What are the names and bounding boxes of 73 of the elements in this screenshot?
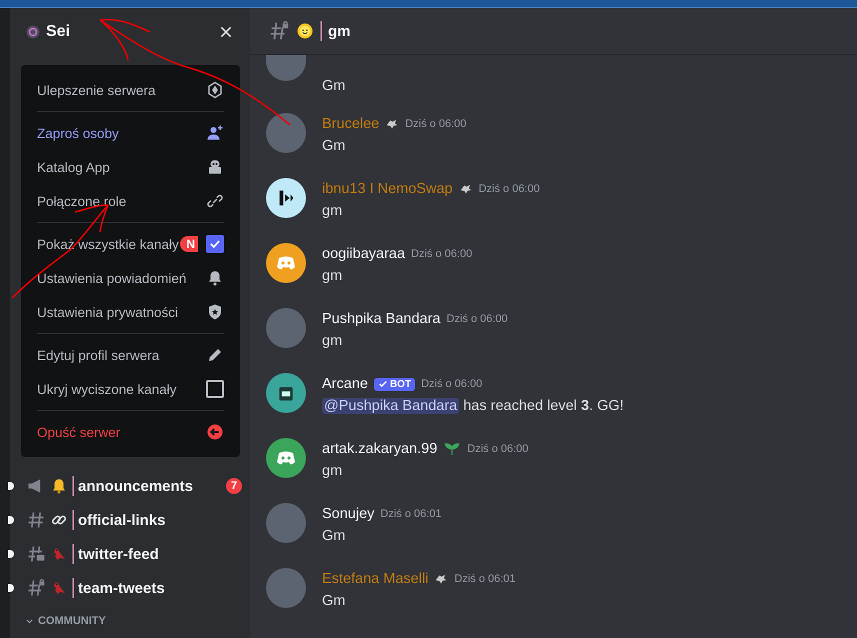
menu-item[interactable]: Zaproś osoby	[29, 116, 232, 150]
avatar[interactable]	[266, 438, 306, 478]
channel-item[interactable]: team-tweets	[10, 571, 250, 605]
menu-item[interactable]: Opuść serwer	[29, 415, 232, 449]
add-person-icon	[206, 124, 224, 142]
locked-hash-icon	[268, 20, 290, 42]
chevron-icon	[25, 616, 34, 626]
menu-item[interactable]: Pokaż wszystkie kanały N	[29, 227, 232, 261]
message-text: gm	[322, 462, 344, 481]
sprout-icon	[443, 440, 462, 458]
username[interactable]: artak.zakaryan.99	[322, 441, 438, 457]
username[interactable]: ibnu13 I NemoSwap	[322, 181, 453, 197]
checkbox[interactable]	[206, 235, 224, 253]
avatar[interactable]	[266, 373, 306, 413]
hash-icon	[26, 510, 46, 530]
bell-emoji-icon	[50, 477, 68, 495]
role-icon	[458, 182, 473, 196]
pencil-icon	[206, 346, 224, 364]
timestamp: Dziś o 06:00	[411, 248, 472, 260]
timestamp: Dziś o 06:01	[454, 573, 516, 585]
avatar[interactable]	[266, 178, 306, 218]
channel-item[interactable]: announcements 7	[10, 469, 250, 503]
timestamp: Dziś o 06:00	[446, 313, 508, 325]
checkbox[interactable]	[206, 380, 224, 398]
shield-icon	[206, 303, 224, 321]
new-badge: N	[180, 236, 198, 252]
role-icon	[385, 117, 400, 131]
username[interactable]: Sonujey	[322, 506, 374, 522]
menu-item[interactable]: Ulepszenie serwera	[29, 73, 232, 107]
check-icon	[378, 379, 388, 389]
channel-name: gm	[328, 22, 350, 40]
leave-icon	[206, 423, 224, 441]
forum-hash-icon	[26, 544, 46, 564]
server-name[interactable]: Sei	[46, 22, 70, 40]
channel-item[interactable]: official-links	[10, 503, 250, 537]
message-text: gm	[322, 202, 344, 221]
link-icon	[206, 192, 224, 210]
timestamp: Dziś o 06:00	[405, 118, 466, 130]
username[interactable]: oogiibayaraa	[322, 246, 406, 262]
username[interactable]: Brucelee	[322, 116, 380, 132]
channel-item[interactable]: twitter-feed	[10, 537, 250, 571]
menu-item[interactable]: Połączone role	[29, 184, 232, 218]
server-icon	[26, 24, 40, 38]
avatar[interactable]	[266, 243, 306, 283]
username[interactable]: Arcane	[322, 376, 368, 392]
user-mention[interactable]: @Pushpika Bandara	[322, 398, 460, 414]
timestamp: Dziś o 06:00	[421, 378, 482, 390]
bell-icon	[206, 269, 224, 287]
menu-item[interactable]: Ustawienia prywatności	[29, 295, 232, 329]
sun-emoji-icon	[296, 22, 314, 40]
robot-icon	[206, 158, 224, 176]
mention-count: 7	[226, 478, 242, 494]
menu-item[interactable]: Edytuj profil serwera	[29, 338, 232, 372]
message-text: @Pushpika Bandara has reached level 3. GG!	[322, 397, 624, 416]
message-text: Gm	[322, 527, 346, 546]
bot-badge: BOT	[374, 378, 416, 390]
username[interactable]: Pushpika Bandara	[322, 311, 440, 327]
role-icon	[434, 572, 448, 586]
username[interactable]: Estefana Maselli	[322, 571, 428, 587]
timestamp: Dziś o 06:00	[467, 443, 528, 455]
message-text: Gm	[322, 137, 346, 156]
timestamp: Dziś o 06:01	[380, 508, 442, 520]
locked-hash-icon	[26, 578, 46, 598]
category-name[interactable]: COMMUNITY	[38, 615, 106, 627]
message-text: Gm	[322, 592, 346, 611]
menu-item[interactable]: Ustawienia powiadomień	[29, 261, 232, 295]
menu-item[interactable]: Katalog App	[29, 150, 232, 184]
menu-item[interactable]: Ukryj wyciszone kanały	[29, 372, 232, 406]
message-text: gm	[322, 332, 344, 351]
message-text: gm	[322, 267, 344, 286]
message-text: Gm	[322, 77, 346, 96]
timestamp: Dziś o 06:00	[478, 183, 540, 195]
boost-icon	[206, 81, 224, 99]
